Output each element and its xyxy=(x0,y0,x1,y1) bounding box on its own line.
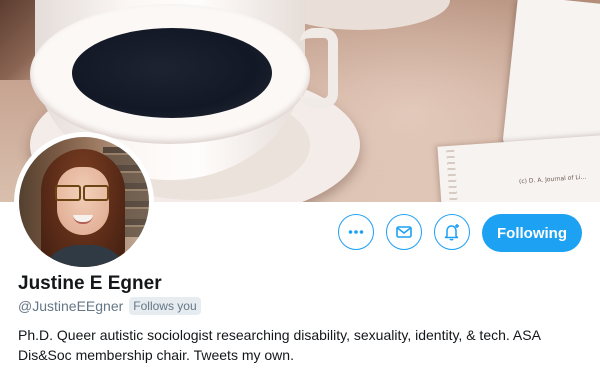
more-dots-icon xyxy=(348,230,364,234)
avatar-glasses xyxy=(55,185,111,201)
handle-row: @JustineEEgner Follows you xyxy=(18,297,201,315)
profile-handle: @JustineEEgner xyxy=(18,298,124,314)
follows-you-badge: Follows you xyxy=(129,297,201,315)
banner-cup-handle xyxy=(300,28,338,108)
avatar-glasses-lens-left xyxy=(55,185,81,201)
message-button[interactable] xyxy=(386,214,422,250)
banner-notebook xyxy=(502,0,600,155)
avatar-photo xyxy=(19,137,149,267)
notifications-button[interactable] xyxy=(434,214,470,250)
following-button[interactable]: Following xyxy=(482,214,582,252)
avatar-face xyxy=(57,167,109,235)
profile-bio: Ph.D. Queer autistic sociologist researc… xyxy=(18,327,541,363)
more-button[interactable] xyxy=(338,214,374,250)
bell-plus-icon xyxy=(444,224,459,241)
profile-name: Justine E Egner xyxy=(18,273,162,294)
avatar-glasses-lens-right xyxy=(83,185,109,201)
banner-coffee xyxy=(72,28,272,118)
envelope-icon xyxy=(396,226,412,238)
profile-avatar[interactable] xyxy=(14,132,154,272)
